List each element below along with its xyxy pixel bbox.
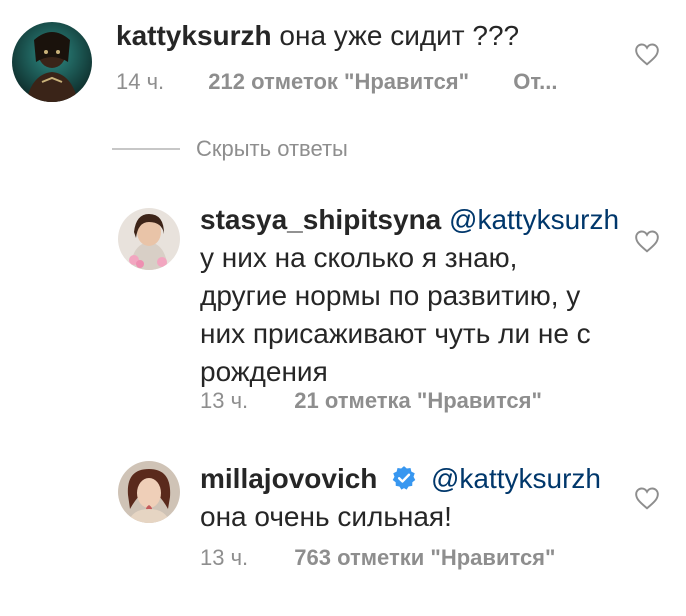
comment-meta: 13 ч. 763 отметки "Нравится" <box>200 545 555 571</box>
heart-outline-icon[interactable] <box>634 486 660 510</box>
likes-count[interactable]: 21 отметка "Нравится" <box>294 388 542 414</box>
comment-text: она уже сидит ??? <box>279 20 520 51</box>
mention-link[interactable]: @kattyksurzh <box>449 204 619 235</box>
comment-username[interactable]: stasya_shipitsyna <box>200 204 441 235</box>
comment-text-line: них присаживают чуть ли не с <box>200 318 591 349</box>
comment-text-line: рождения <box>200 356 328 387</box>
avatar-kattyksurzh[interactable] <box>12 22 92 102</box>
comment-time: 13 ч. <box>200 388 249 413</box>
heart-outline-icon[interactable] <box>634 42 660 66</box>
comment-body: stasya_shipitsyna @kattyksurzh <box>200 201 619 239</box>
divider-line <box>112 148 180 150</box>
likes-count[interactable]: 763 отметки "Нравится" <box>294 545 555 571</box>
mention-link[interactable]: @kattyksurzh <box>431 463 601 494</box>
comment-text-line: другие нормы по развитию, у <box>200 280 581 311</box>
comment-meta: 13 ч. 21 отметка "Нравится" <box>200 388 542 414</box>
avatar-image <box>118 208 180 270</box>
heart-outline-icon[interactable] <box>634 229 660 253</box>
comment-meta: 14 ч. 212 отметок "Нравится" От... <box>116 69 558 95</box>
hide-replies-label: Скрыть ответы <box>196 136 348 161</box>
avatar-image <box>118 461 180 523</box>
reply-button[interactable]: От... <box>513 69 557 95</box>
comment-time: 13 ч. <box>200 545 249 570</box>
avatar-stasya-shipitsyna[interactable] <box>118 208 180 270</box>
comment-text-line: у них на сколько я знаю, <box>200 242 518 273</box>
likes-count[interactable]: 212 отметок "Нравится" <box>208 69 469 95</box>
avatar-image <box>12 22 92 102</box>
hide-replies-toggle[interactable]: Скрыть ответы <box>112 136 348 162</box>
comment-body: millajovovich @kattyksurzh <box>200 460 601 498</box>
comment-text: она очень сильная! <box>200 501 452 532</box>
comment-time: 14 ч. <box>116 69 165 94</box>
avatar-millajovovich[interactable] <box>118 461 180 523</box>
verified-badge-icon <box>392 466 416 490</box>
comment-body: kattyksurzh она уже сидит ??? <box>116 17 519 55</box>
comment-username[interactable]: millajovovich <box>200 463 377 494</box>
comment-username[interactable]: kattyksurzh <box>116 20 272 51</box>
